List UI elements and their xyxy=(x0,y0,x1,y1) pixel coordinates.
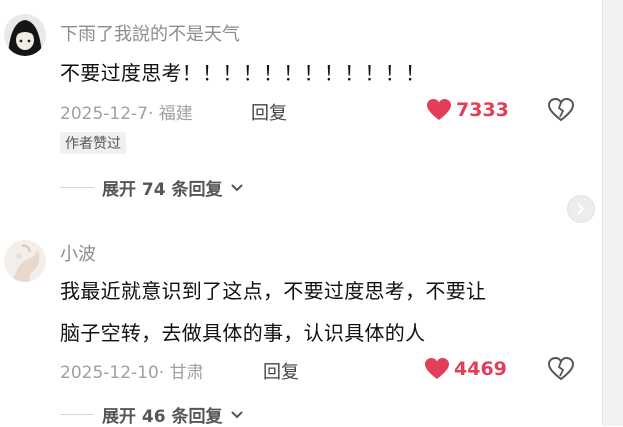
like-button[interactable]: 4469 xyxy=(424,357,507,381)
chevron-down-icon xyxy=(231,184,242,191)
comment-text: 不要过度思考！！！！！！！！！！！！ xyxy=(60,61,426,85)
expand-replies-button[interactable]: 展开 74 条回复 xyxy=(60,175,243,200)
expand-replies-label: 展开 74 条回复 xyxy=(102,180,223,200)
comment-username[interactable]: 下雨了我說的不是天气 xyxy=(60,20,240,46)
expand-replies-label: 展开 46 条回复 xyxy=(102,407,223,427)
right-panel-edge xyxy=(602,0,623,426)
chevron-down-icon xyxy=(231,411,242,418)
dislike-button[interactable] xyxy=(547,97,575,126)
like-button[interactable]: 7333 xyxy=(426,98,509,122)
expand-replies-button[interactable]: 展开 46 条回复 xyxy=(60,402,243,427)
reply-button[interactable]: 回复 xyxy=(263,358,299,384)
dislike-button[interactable] xyxy=(547,356,575,385)
heart-icon xyxy=(425,358,449,379)
reply-button[interactable]: 回复 xyxy=(251,99,287,125)
comment-item: 小波 我最近就意识到了这点，不要过度思考，不要让 脑子空转，去做具体的事，认识具… xyxy=(0,230,600,427)
comment-timestamp-location: 2025-12-7· 福建 xyxy=(60,104,193,124)
comment-timestamp-location: 2025-12-10· 甘肃 xyxy=(60,363,204,383)
like-count: 7333 xyxy=(456,99,509,121)
comment-text: 我最近就意识到了这点，不要过度思考，不要让 xyxy=(60,279,487,303)
author-liked-badge: 作者赞过 xyxy=(60,132,126,154)
comment-text: 脑子空转，去做具体的事，认识具体的人 xyxy=(60,321,426,345)
like-count: 4469 xyxy=(454,358,507,380)
comment-username[interactable]: 小波 xyxy=(60,240,96,266)
avatar[interactable] xyxy=(4,240,46,282)
heart-icon xyxy=(427,99,451,120)
divider xyxy=(60,187,94,188)
divider xyxy=(60,414,94,415)
comment-item: 下雨了我說的不是天气 不要过度思考！！！！！！！！！！！！ 2025-12-7·… xyxy=(0,0,600,215)
broken-heart-icon xyxy=(547,97,575,122)
avatar[interactable] xyxy=(4,14,46,56)
broken-heart-icon xyxy=(547,356,575,381)
